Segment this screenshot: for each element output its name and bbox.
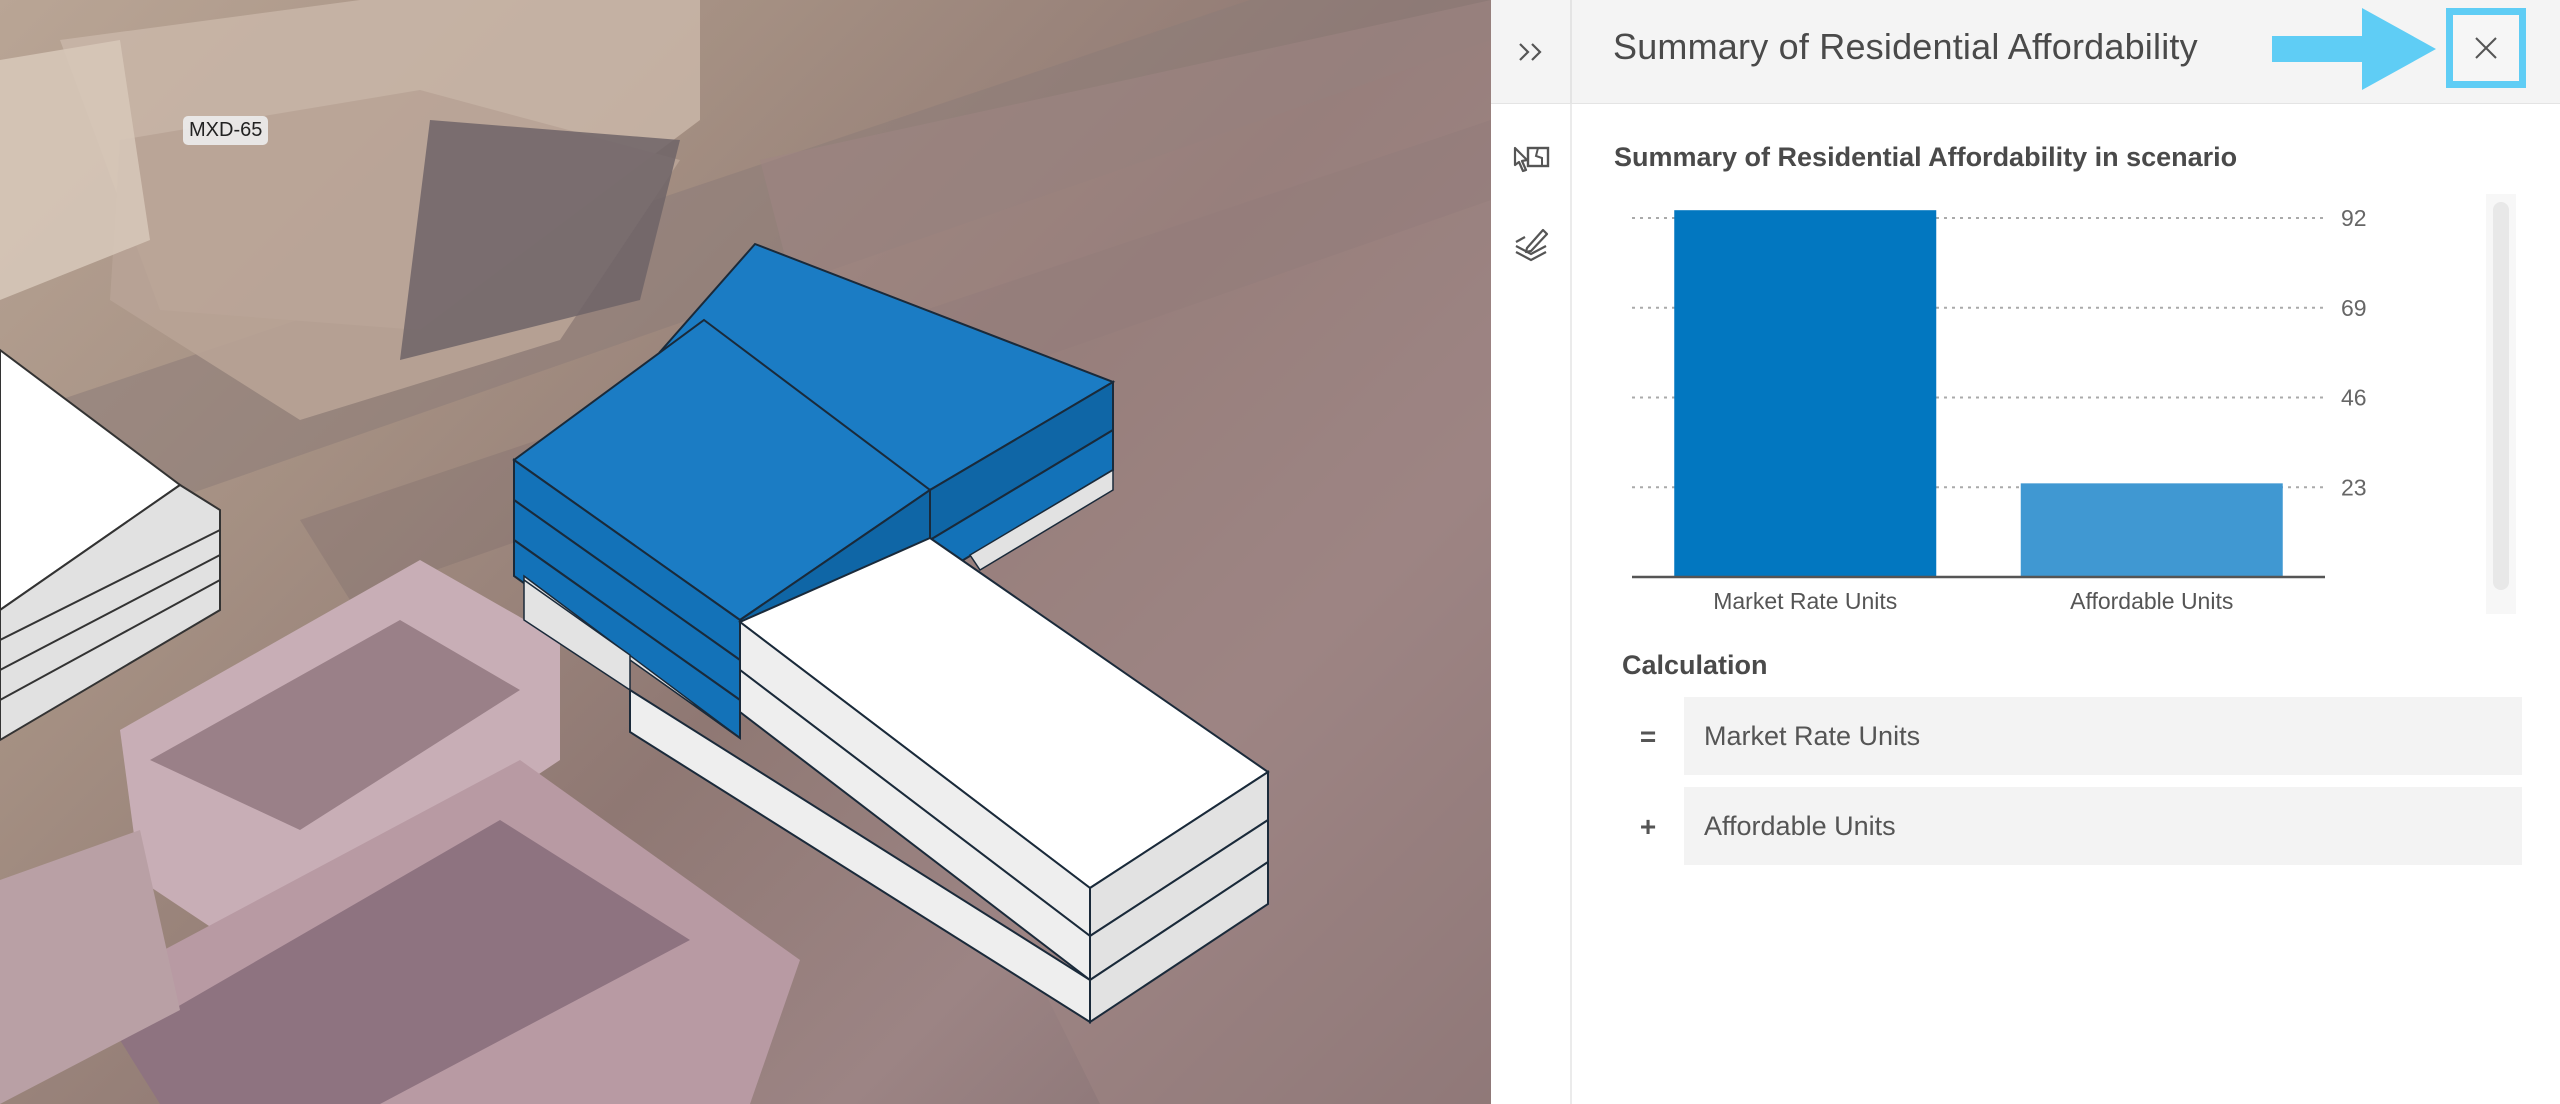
chart-scrollbar-thumb[interactable]	[2493, 202, 2509, 590]
double-chevron-right-icon	[1518, 43, 1542, 61]
map-scene-graphics	[0, 0, 1491, 1104]
panel-title: Summary of Residential Affordability	[1613, 26, 2198, 67]
close-panel-button[interactable]	[2446, 8, 2526, 88]
calculation-row: + Affordable Units	[1622, 787, 2522, 867]
calculation-operator: =	[1639, 721, 1657, 752]
parcel-label[interactable]: MXD-65	[183, 116, 269, 145]
edit-layers-button[interactable]	[1511, 223, 1553, 265]
select-features-icon	[1513, 146, 1550, 173]
calculation-row: = Market Rate Units	[1622, 697, 2522, 777]
select-features-button[interactable]	[1511, 141, 1553, 183]
calculation-field[interactable]: Affordable Units	[1684, 787, 2522, 865]
scene-view-map[interactable]: MXD-65	[0, 0, 1491, 1104]
chart-title: Summary of Residential Affordability in …	[1614, 142, 2238, 172]
calculation-operator: +	[1639, 811, 1657, 842]
calculation-title: Calculation	[1622, 650, 1768, 680]
bar-affordable-units[interactable]	[2020, 483, 2283, 577]
expand-panel-button[interactable]	[1491, 0, 1572, 104]
panel-header: Summary of Residential Affordability	[1491, 0, 2560, 104]
annotation-arrow-icon	[2272, 8, 2436, 90]
app-root: MXD-65 Summary of Residential Affordabil…	[0, 0, 2560, 1104]
edit-layers-icon	[1515, 228, 1549, 262]
chart-scrollbar[interactable]	[2486, 194, 2516, 614]
bar-market-rate-units[interactable]	[1674, 210, 1937, 577]
close-icon	[2475, 37, 2497, 59]
calculation-field[interactable]: Market Rate Units	[1684, 697, 2522, 775]
